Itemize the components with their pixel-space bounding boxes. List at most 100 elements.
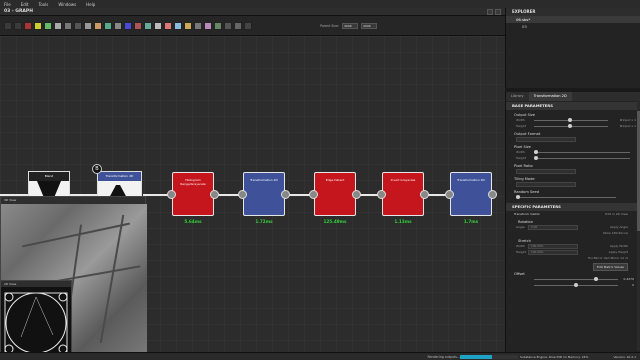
node-title: Transformation 2D [98,172,141,181]
output-socket[interactable] [281,190,290,199]
tool-icon[interactable] [224,22,232,30]
height-slider[interactable] [534,124,608,128]
tool-icon[interactable] [134,22,142,30]
width-label: Width [516,118,525,122]
node-invert-grayscale[interactable]: Invert Grayscale 1.13ms [377,172,429,224]
angle-input[interactable]: 0.00 [528,224,578,230]
pin-icon[interactable] [487,9,493,15]
slider-knob[interactable] [516,195,520,199]
close-icon[interactable] [495,9,501,15]
tool-icon[interactable] [24,22,32,30]
tool-icon[interactable] [34,22,42,30]
output-socket[interactable] [210,190,219,199]
node-timing: 5.64ms [184,219,202,224]
menu-file[interactable]: File [4,2,11,7]
node-transformation-2d[interactable]: Transformation 2D 1.72ms [238,172,290,224]
tab-library[interactable]: Library [506,92,529,101]
output-format-select[interactable] [516,136,576,142]
tool-icon[interactable] [54,22,62,30]
input-socket[interactable] [377,190,386,199]
2d-view-panel[interactable]: 2D View [0,280,72,356]
slider-knob[interactable] [568,124,572,128]
node-timing: 1.7ms [463,219,479,224]
explorer-item-graph[interactable]: 03 [506,23,640,30]
output-socket[interactable] [420,190,429,199]
offset-x-slider[interactable] [534,277,618,281]
2d-view-canvas[interactable] [1,287,71,355]
tool-icon[interactable] [144,22,152,30]
stretch-width-input[interactable]: 100.00% [528,243,578,249]
tool-icon[interactable] [44,22,52,30]
tool-icon[interactable] [14,22,22,30]
tool-icon[interactable] [194,22,202,30]
edit-matrix-row: Edit Matrix Values [506,263,640,271]
tiling-mode-row [506,181,640,187]
node-badge: B [92,164,102,174]
menu-windows[interactable]: Windows [58,2,76,7]
output-socket[interactable] [488,190,497,199]
tiling-mode-select[interactable] [516,181,576,187]
width-slider[interactable] [534,118,608,122]
node-transformation-2d[interactable]: Transformation 2D 1.7ms [445,172,497,224]
tool-icon[interactable] [154,22,162,30]
surface-crack [21,222,131,248]
version-info: Version: 10.2.1 [613,355,636,359]
tool-icon[interactable] [174,22,182,30]
tool-icon[interactable] [84,22,92,30]
edit-in-2d-view-button[interactable]: Edit in 2D View [605,211,628,217]
parent-size-width-select[interactable]: 4096 [342,23,358,29]
tool-icon[interactable] [184,22,192,30]
slider-knob[interactable] [594,277,598,281]
tool-icon[interactable] [244,22,252,30]
rotation-buttons[interactable]: 90cw 180 90ccw [506,230,640,236]
3d-view-title: 3D View [1,197,145,204]
parent-size-label: Parent Size: [320,24,339,28]
tab-transformation-2d[interactable]: Transformation 2D [528,92,572,101]
menu-tools[interactable]: Tools [38,2,48,7]
pixel-size-height-row: Height [506,155,640,161]
graph-title: 03 - GRAPH [4,9,33,14]
slider-knob[interactable] [534,150,538,154]
graph-toolbar: Parent Size: 4096 4096 [0,16,505,36]
input-socket[interactable] [445,190,454,199]
stretch-height-input[interactable]: 100.00% [528,249,578,255]
input-socket[interactable] [309,190,318,199]
menu-help[interactable]: Help [86,2,95,7]
offset-y-slider[interactable] [534,283,618,287]
specific-parameters-section[interactable]: SPECIFIC PARAMETERS [506,203,640,211]
tool-icon[interactable] [74,22,82,30]
parent-size-height-select[interactable]: 4096 [361,23,377,29]
pixel-height-slider[interactable] [534,156,630,160]
pixel-ratio-select[interactable] [516,168,576,174]
slider-knob[interactable] [574,283,578,287]
tool-icon[interactable] [164,22,172,30]
slider-knob[interactable] [534,156,538,160]
tool-icon[interactable] [234,22,242,30]
node-title: Invert Grayscale [390,178,416,182]
node-edge-detect[interactable]: Edge Detect 125.49ms [309,172,361,224]
tool-icon[interactable] [214,22,222,30]
width-label: Width [516,244,525,248]
random-seed-slider[interactable] [516,195,616,199]
pixel-ratio-row [506,168,640,174]
node-histogram-range[interactable]: Histogram Range/Grayscale 5.64ms [167,172,219,224]
explorer-item-package[interactable]: 06.sbs* [506,16,640,23]
pixel-width-slider[interactable] [534,150,630,154]
menu-edit[interactable]: Edit [21,2,29,7]
tool-icon[interactable] [94,22,102,30]
height-relative[interactable]: Input x 1 [623,123,636,129]
tool-icon[interactable] [124,22,132,30]
tool-icon[interactable] [114,22,122,30]
input-socket[interactable] [167,190,176,199]
edit-matrix-button[interactable]: Edit Matrix Values [593,263,628,271]
input-socket[interactable] [238,190,247,199]
output-socket[interactable] [352,190,361,199]
tool-icon[interactable] [104,22,112,30]
width-label: Width [516,150,525,154]
tool-icon[interactable] [4,22,12,30]
slider-knob[interactable] [568,118,572,122]
base-parameters-section[interactable]: BASE PARAMETERS [506,102,640,110]
mirror-buttons[interactable]: Hor.Mirror Vert.Mirror x2 /2 [506,255,640,261]
tool-icon[interactable] [204,22,212,30]
tool-icon[interactable] [64,22,72,30]
